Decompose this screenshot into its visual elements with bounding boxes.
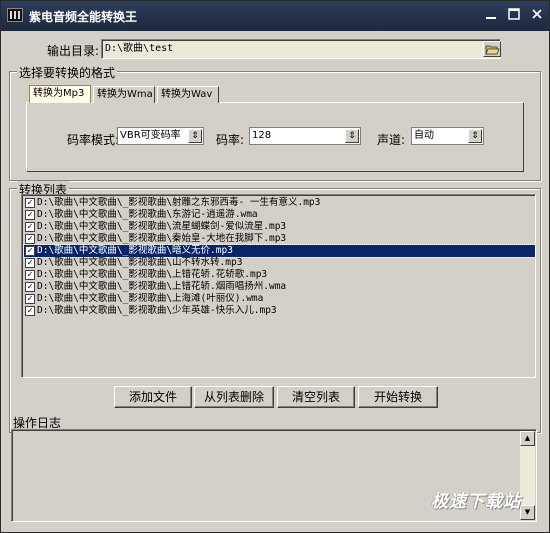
channel-select[interactable]: 自动 [411,127,484,145]
maximize-icon[interactable] [504,7,524,25]
close-icon[interactable] [527,7,547,25]
scroll-up-arrow-icon[interactable]: ▲ [520,431,535,446]
channel-label: 声道: [377,133,406,147]
list-item[interactable]: ✓ D:\歌曲\中文歌曲\_影视歌曲\上错花轿.烟雨唱扬州.wma [24,281,535,293]
list-item-text: D:\歌曲\中文歌曲\_影视歌曲\上错花轿.花轿歌.mp3 [37,269,268,280]
list-item-selected[interactable]: ✓ D:\歌曲\中文歌曲\_影视歌曲\暗义无价.mp3 [23,244,535,258]
log-scrollbar[interactable]: ▲ ▼ [520,431,535,520]
window-title: 紫电音频全能转换王 [29,10,138,24]
tab-wav[interactable]: 转换为Wav [157,86,219,103]
list-item[interactable]: ✓ D:\歌曲\中文歌曲\_影视歌曲\射雕之东邪西毒- 一生有意义.mp3 [24,197,535,209]
checkbox[interactable]: ✓ [25,258,35,268]
checkbox[interactable]: ✓ [25,282,35,292]
list-item-text: D:\歌曲\中文歌曲\_影视歌曲\秦始皇-大地在我脚下.mp3 [37,233,287,244]
list-item-text: D:\歌曲\中文歌曲\_影视歌曲\射雕之东邪西毒- 一生有意义.mp3 [37,197,321,208]
checkbox[interactable]: ✓ [25,222,35,232]
list-item-text: D:\歌曲\中文歌曲\_影视歌曲\上错花轿.烟雨唱扬州.wma [37,281,287,292]
list-item[interactable]: ✓ D:\歌曲\中文歌曲\_影视歌曲\流星蝴蝶剑-爱似流星.mp3 [24,221,535,233]
remove-from-list-button[interactable]: 从列表删除 [194,386,274,408]
conversion-list[interactable]: ✓ D:\歌曲\中文歌曲\_影视歌曲\射雕之东邪西毒- 一生有意义.mp3 ✓ D:… [21,194,536,378]
folder-open-icon[interactable] [483,41,501,57]
checkbox[interactable]: ✓ [25,270,35,280]
bitrate-mode-select[interactable]: VBR可变码率 [117,127,204,145]
title-bar[interactable]: 紫电音频全能转换王 [1,1,549,31]
chevron-down-icon[interactable] [188,129,202,143]
output-dir-field[interactable]: D:\歌曲\test [101,39,501,59]
chevron-down-icon[interactable] [468,129,482,143]
checkbox[interactable]: ✓ [25,294,35,304]
list-item[interactable]: ✓ D:\歌曲\中文歌曲\_影视歌曲\上错花轿.花轿歌.mp3 [24,269,535,281]
output-dir-label: 输出目录: [47,44,100,58]
list-item-text: D:\歌曲\中文歌曲\_影视歌曲\山不转水转.mp3 [37,257,243,268]
checkbox[interactable]: ✓ [25,234,35,244]
tab-mp3[interactable]: 转换为Mp3 [29,85,91,103]
start-convert-button[interactable]: 开始转换 [358,386,438,408]
watermark-logo: 极速下载站 [431,492,521,512]
list-item-text: D:\歌曲\中文歌曲\_影视歌曲\东游记-逍遥游.wma [37,209,258,220]
list-item[interactable]: ✓ D:\歌曲\中文歌曲\_影视歌曲\秦始皇-大地在我脚下.mp3 [24,233,535,245]
checkbox[interactable]: ✓ [25,210,35,220]
checkbox[interactable]: ✓ [25,306,35,316]
list-item-text: D:\歌曲\中文歌曲\_影视歌曲\少年英雄-快乐入儿.mp3 [37,305,277,316]
bitrate-input[interactable]: 128 [249,127,361,145]
scroll-down-arrow-icon[interactable]: ▼ [520,505,535,520]
format-group-title: 选择要转换的格式 [17,64,118,81]
bitrate-value: 128 [252,130,272,141]
add-file-button[interactable]: 添加文件 [114,386,192,408]
list-item-text: D:\歌曲\中文歌曲\_影视歌曲\暗义无价.mp3 [37,245,233,256]
bitrate-mode-label: 码率模式: [67,133,120,147]
channel-value: 自动 [414,130,434,141]
bitrate-adjust-icon[interactable] [345,129,359,143]
app-window: 紫电音频全能转换王 输出目录: D:\歌曲\test 选择要转换的格式 转换为M… [0,0,550,533]
checkbox[interactable]: ✓ [25,198,35,208]
list-item[interactable]: ✓ D:\歌曲\中文歌曲\_影视歌曲\上海滩(叶丽仪).wma [24,293,535,305]
list-item-text: D:\歌曲\中文歌曲\_影视歌曲\流星蝴蝶剑-爱似流星.mp3 [37,221,287,232]
bitrate-mode-value: VBR可变码率 [120,130,181,141]
app-icon [7,8,23,22]
client-area: 输出目录: D:\歌曲\test 选择要转换的格式 转换为Mp3 转换为Wma … [1,31,549,532]
list-item[interactable]: ✓ D:\歌曲\中文歌曲\_影视歌曲\少年英雄-快乐入儿.mp3 [24,305,535,317]
tab-wma[interactable]: 转换为Wma [93,86,155,103]
minimize-icon[interactable] [481,7,501,25]
list-item-text: D:\歌曲\中文歌曲\_影视歌曲\上海滩(叶丽仪).wma [37,293,264,304]
list-item[interactable]: ✓ D:\歌曲\中文歌曲\_影视歌曲\山不转水转.mp3 [24,257,535,269]
bitrate-label: 码率: [216,133,245,147]
clear-list-button[interactable]: 清空列表 [277,386,355,408]
checkbox[interactable]: ✓ [25,246,35,256]
list-item[interactable]: ✓ D:\歌曲\中文歌曲\_影视歌曲\东游记-逍遥游.wma [24,209,535,221]
